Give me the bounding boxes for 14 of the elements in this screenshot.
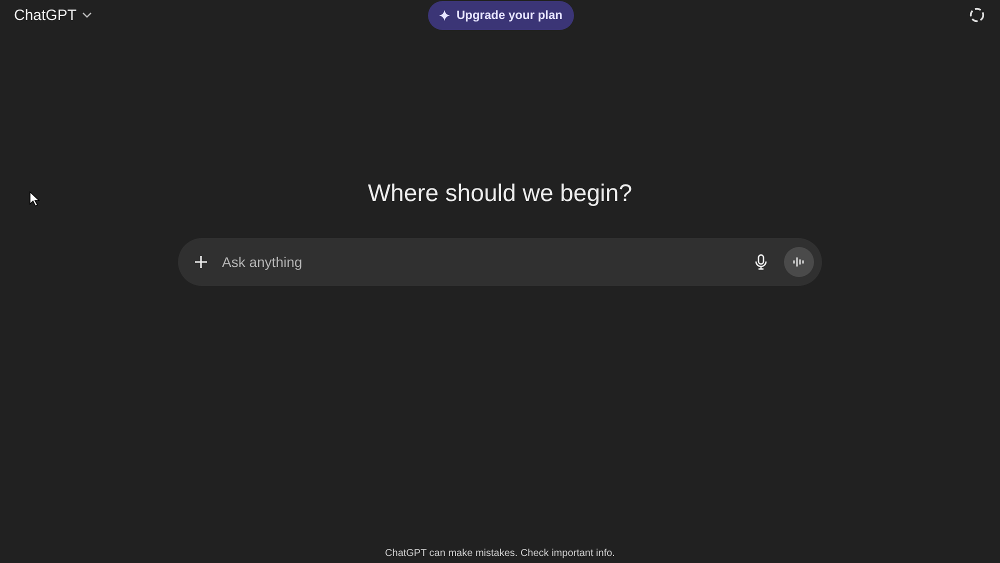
prompt-field[interactable]: Ask anything (178, 238, 822, 286)
welcome-heading: Where should we begin? (368, 180, 632, 208)
dashed-circle-icon (969, 7, 985, 23)
sound-wave-icon (793, 257, 805, 267)
microphone-icon (755, 254, 767, 270)
plus-icon (194, 255, 208, 269)
prompt-input-field[interactable]: Ask anything (220, 253, 738, 271)
chevron-down-icon (82, 12, 92, 18)
sparkle-icon (439, 10, 450, 20)
voice-mode-button[interactable] (784, 247, 814, 277)
disclaimer-text: ChatGPT can make mistakes. Check important info. (385, 548, 615, 559)
cursor-icon (29, 191, 40, 207)
model-selector[interactable]: ChatGPT (14, 6, 92, 24)
upgrade-button[interactable]: Upgrade your plan (428, 0, 574, 30)
